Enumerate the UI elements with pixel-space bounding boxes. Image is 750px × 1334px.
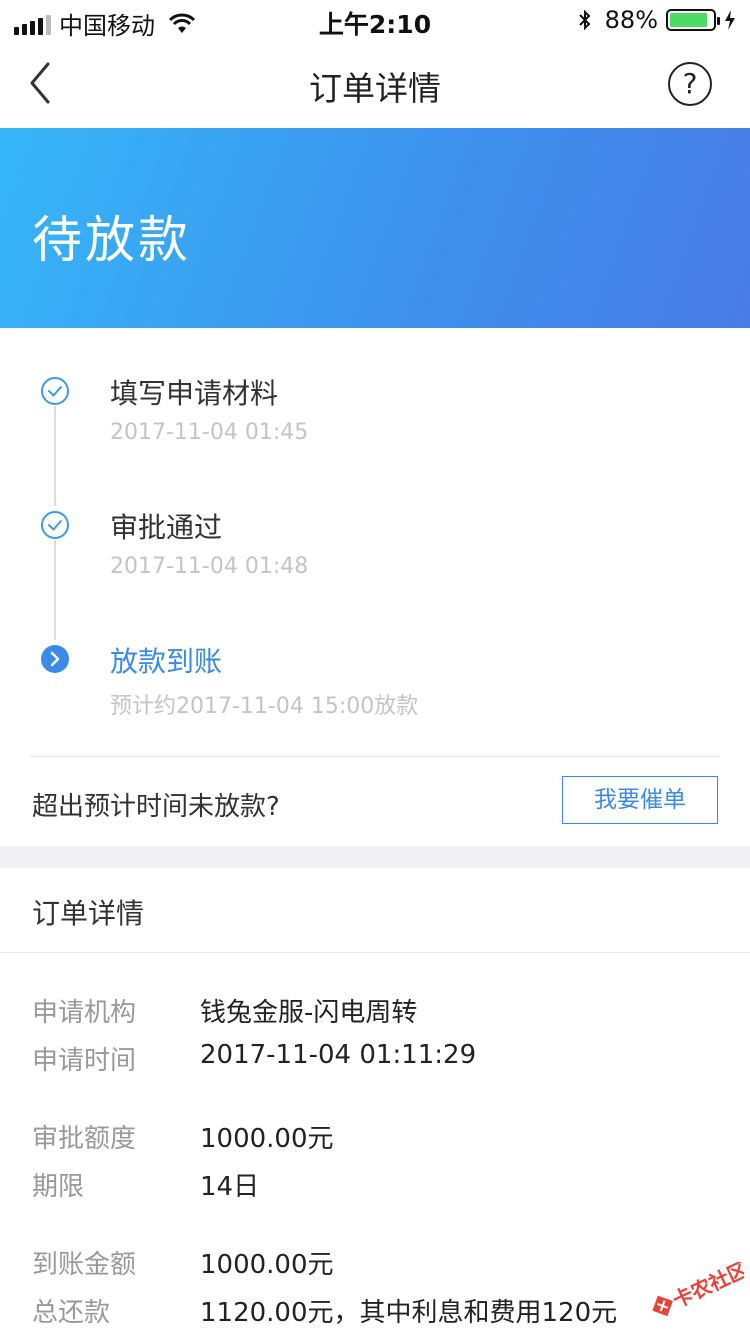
urge-order-button[interactable]: 我要催单: [562, 776, 718, 824]
detail-value: 钱兔金服-闪电周转: [200, 998, 418, 1028]
timeline-step-time: 预计约2017-11-04 15:00放款: [110, 694, 419, 719]
order-status-title: 待放款: [32, 211, 191, 269]
section-gap: [0, 846, 750, 868]
status-right: 88%: [577, 6, 736, 34]
status-banner: 待放款: [0, 128, 750, 328]
detail-row: 总还款 1120.00元，其中利息和费用120元: [0, 1292, 750, 1332]
divider: [0, 952, 750, 953]
details-header: 订单详情: [32, 897, 145, 930]
page-title: 订单详情: [309, 69, 441, 108]
timeline-step-title: 审批通过: [110, 511, 223, 544]
timeline-connector: [54, 540, 56, 640]
check-circle-icon: [41, 377, 69, 405]
detail-row: 审批额度 1000.00元: [0, 1118, 750, 1158]
overdue-prompt: 超出预计时间未放款?: [32, 792, 280, 822]
divider: [30, 756, 720, 757]
detail-value: 1000.00元: [200, 1250, 334, 1280]
status-bar: 中国移动 上午2:10 88%: [0, 0, 750, 40]
help-icon[interactable]: ?: [668, 62, 712, 106]
timeline-connector: [54, 406, 56, 506]
progress-timeline: 填写申请材料 2017-11-04 01:45 审批通过 2017-11-04 …: [0, 328, 750, 848]
charging-icon: [725, 10, 735, 30]
nav-bar: 订单详情 ?: [0, 40, 750, 128]
detail-row: 申请时间 2017-11-04 01:11:29: [0, 1040, 750, 1080]
detail-label: 申请时间: [32, 1046, 137, 1076]
detail-label: 审批额度: [32, 1124, 137, 1154]
detail-value: 1120.00元，其中利息和费用120元: [200, 1298, 618, 1328]
battery-percent: 88%: [604, 6, 658, 34]
detail-label: 期限: [32, 1172, 85, 1202]
detail-value: 2017-11-04 01:11:29: [200, 1040, 477, 1070]
detail-label: 申请机构: [32, 998, 137, 1028]
detail-row: 到账金额 1000.00元: [0, 1244, 750, 1284]
timeline-step-title: 填写申请材料: [110, 377, 279, 410]
detail-label: 总还款: [32, 1298, 111, 1328]
arrow-circle-icon: [41, 645, 69, 673]
timeline-step-time: 2017-11-04 01:48: [110, 554, 309, 579]
svg-text:卡农社区: 卡农社区: [669, 1262, 744, 1313]
check-circle-icon: [41, 511, 69, 539]
battery-icon: [666, 9, 720, 31]
timeline-step-time: 2017-11-04 01:45: [110, 420, 309, 445]
detail-value: 1000.00元: [200, 1124, 334, 1154]
bluetooth-icon: [578, 9, 591, 31]
detail-label: 到账金额: [32, 1250, 137, 1280]
watermark-logo: 卡农社区: [652, 1262, 744, 1317]
timeline-step-title-current: 放款到账: [110, 645, 223, 678]
detail-row: 申请机构 钱兔金服-闪电周转: [0, 992, 750, 1032]
detail-row: 期限 14日: [0, 1166, 750, 1206]
detail-value: 14日: [200, 1172, 260, 1202]
